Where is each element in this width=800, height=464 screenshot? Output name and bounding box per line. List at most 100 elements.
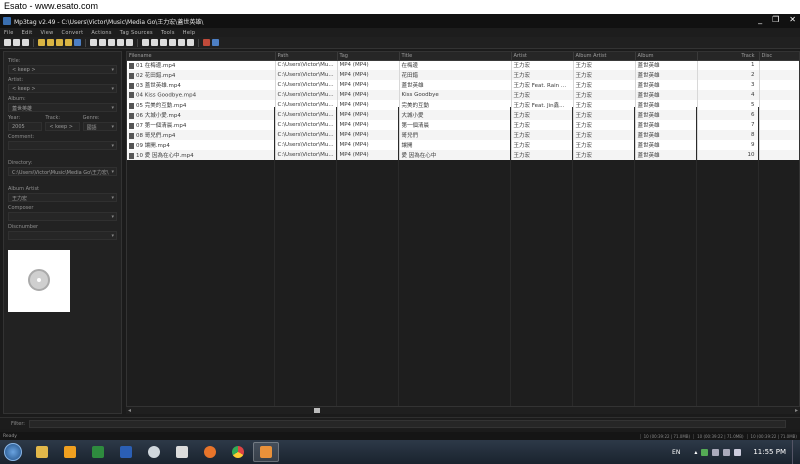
printer-icon[interactable] <box>169 442 195 462</box>
change-directory-icon[interactable] <box>38 39 45 46</box>
close-button[interactable]: ✕ <box>789 15 796 24</box>
help-icon[interactable] <box>212 39 219 46</box>
scroll-right-icon[interactable]: ▸ <box>795 407 798 414</box>
menu-actions[interactable]: Actions <box>91 30 111 36</box>
menu-tag-sources[interactable]: Tag Sources <box>120 30 153 36</box>
col-artist[interactable]: Artist <box>511 52 574 61</box>
options-icon[interactable] <box>203 39 210 46</box>
tray-expand-icon[interactable]: ▴ <box>694 449 697 456</box>
col-album[interactable]: Album <box>635 52 698 61</box>
chevron-down-icon[interactable]: ▾ <box>111 105 114 111</box>
toolbar-separator <box>137 38 138 47</box>
table-row[interactable]: 05 完美的互動.mp4 C:\Users\Victor\Mu... MP4 (MP… <box>127 100 799 110</box>
discogs-icon[interactable] <box>151 39 158 46</box>
chevron-down-icon[interactable]: ▾ <box>111 195 114 201</box>
col-track[interactable]: Track <box>697 52 760 61</box>
filename-to-tag-icon[interactable] <box>99 39 106 46</box>
show-desktop-button[interactable] <box>792 440 800 464</box>
tag-to-tag-icon[interactable] <box>108 39 115 46</box>
text-file-to-tag-icon[interactable] <box>117 39 124 46</box>
chevron-down-icon[interactable]: ▾ <box>111 143 114 149</box>
refresh-icon[interactable] <box>74 39 81 46</box>
start-button[interactable] <box>4 443 22 461</box>
album-field[interactable]: 蓋世英雄 ▾ <box>8 103 117 112</box>
cell-album: 蓋世英雄 <box>635 150 698 160</box>
actions-icon[interactable] <box>126 39 133 46</box>
filter-input[interactable] <box>28 419 786 428</box>
tag-to-filename-icon[interactable] <box>90 39 97 46</box>
table-row[interactable]: 09 讓開.mp4 C:\Users\Victor\Mu... MP4 (MP4) 讓… <box>127 140 799 150</box>
export-icon[interactable] <box>178 39 185 46</box>
menu-help[interactable]: Help <box>183 30 196 36</box>
tray-app-icon[interactable] <box>712 448 720 456</box>
table-row[interactable]: 06 大城小愛.mp4 C:\Users\Victor\Mu... MP4 (MP4… <box>127 110 799 120</box>
menu-edit[interactable]: Edit <box>22 30 33 36</box>
table-row[interactable]: 07 第一個清晨.mp4 C:\Users\Victor\Mu... MP4 (MP… <box>127 120 799 130</box>
chevron-down-icon[interactable]: ▾ <box>111 86 114 92</box>
musicbrainz-icon[interactable] <box>160 39 167 46</box>
chevron-down-icon[interactable]: ▾ <box>111 67 114 73</box>
album-artist-field[interactable]: 王力宏 ▾ <box>8 193 117 202</box>
language-indicator[interactable]: EN <box>672 449 680 456</box>
table-row[interactable]: 03 蓋世英雄.mp4 C:\Users\Victor\Mu... MP4 (MP4… <box>127 80 799 90</box>
explorer-icon[interactable] <box>29 442 55 462</box>
cell-album: 蓋世英雄 <box>635 60 698 70</box>
favorite-directory-icon[interactable] <box>56 39 63 46</box>
title-field[interactable]: < keep > ▾ <box>8 65 117 74</box>
media-player-icon[interactable] <box>57 442 83 462</box>
cell-disc <box>759 110 799 120</box>
status-count-all: 10 (00:39:22 | 71.0MB) <box>693 433 746 439</box>
amazon-icon[interactable] <box>169 39 176 46</box>
add-directory-icon[interactable] <box>47 39 54 46</box>
chevron-down-icon[interactable]: ▾ <box>111 233 114 239</box>
app-3-icon[interactable] <box>197 442 223 462</box>
scroll-left-icon[interactable]: ◂ <box>128 407 131 414</box>
col-disc[interactable]: Disc <box>759 52 799 61</box>
mp3tag-icon[interactable] <box>253 442 279 462</box>
freedb-icon[interactable] <box>142 39 149 46</box>
network-icon[interactable] <box>723 448 731 456</box>
star-icon[interactable] <box>65 39 72 46</box>
chrome-icon[interactable] <box>225 442 251 462</box>
volume-icon[interactable] <box>734 448 742 456</box>
steam-icon[interactable] <box>141 442 167 462</box>
chevron-down-icon[interactable]: ▾ <box>111 214 114 220</box>
chevron-down-icon[interactable]: ▾ <box>111 169 114 175</box>
col-filename[interactable]: Filename <box>127 52 276 61</box>
menu-convert[interactable]: Convert <box>62 30 84 36</box>
undo-icon[interactable] <box>22 39 29 46</box>
directory-field[interactable]: C:\Users\Victor\Music\Media Go\王力宏\ ▾ <box>8 167 117 176</box>
artist-field[interactable]: < keep > ▾ <box>8 84 117 93</box>
album-cover[interactable] <box>8 250 70 312</box>
save-icon[interactable] <box>4 39 11 46</box>
table-row[interactable]: 04 Kiss Goodbye.mp4 C:\Users\Victor\Mu...… <box>127 90 799 100</box>
year-field[interactable]: 2005 <box>8 122 43 131</box>
table-row[interactable]: 08 哥兒們.mp4 C:\Users\Victor\Mu... MP4 (MP4)… <box>127 130 799 140</box>
maximize-button[interactable]: ❐ <box>772 15 779 24</box>
table-row[interactable]: 01 在梅邊.mp4 C:\Users\Victor\Mu... MP4 (MP4)… <box>127 60 799 70</box>
battery-icon[interactable] <box>701 448 709 456</box>
menu-file[interactable]: File <box>4 30 14 36</box>
horizontal-scrollbar[interactable]: ◂ ▸ <box>126 406 800 414</box>
col-tag[interactable]: Tag <box>337 52 400 61</box>
col-path[interactable]: Path <box>275 52 338 61</box>
track-field[interactable]: < keep > <box>45 122 80 131</box>
col-title[interactable]: Title <box>399 52 512 61</box>
discnumber-field[interactable]: ▾ <box>8 231 117 240</box>
minimize-button[interactable]: _ <box>758 15 762 24</box>
genre-field[interactable]: 國語 ▾ <box>82 122 117 131</box>
scrollbar-thumb[interactable] <box>314 408 320 413</box>
clock[interactable]: 11:55 PM <box>753 448 786 456</box>
menu-view[interactable]: View <box>40 30 53 36</box>
comment-field[interactable]: ▾ <box>8 141 117 150</box>
word-icon[interactable] <box>113 442 139 462</box>
table-row[interactable]: 02 花田錯.mp4 C:\Users\Victor\Mu... MP4 (MP4)… <box>127 70 799 80</box>
remove-tag-icon[interactable] <box>13 39 20 46</box>
playlist-icon[interactable] <box>187 39 194 46</box>
table-row[interactable]: 10 愛 因為在心中.mp4 C:\Users\Victor\Mu... MP4 (… <box>127 150 799 160</box>
col-album-artist[interactable]: Album Artist <box>573 52 636 61</box>
composer-field[interactable]: ▾ <box>8 212 117 221</box>
chevron-down-icon[interactable]: ▾ <box>111 124 114 130</box>
excel-icon[interactable] <box>85 442 111 462</box>
menu-tools[interactable]: Tools <box>161 30 175 36</box>
